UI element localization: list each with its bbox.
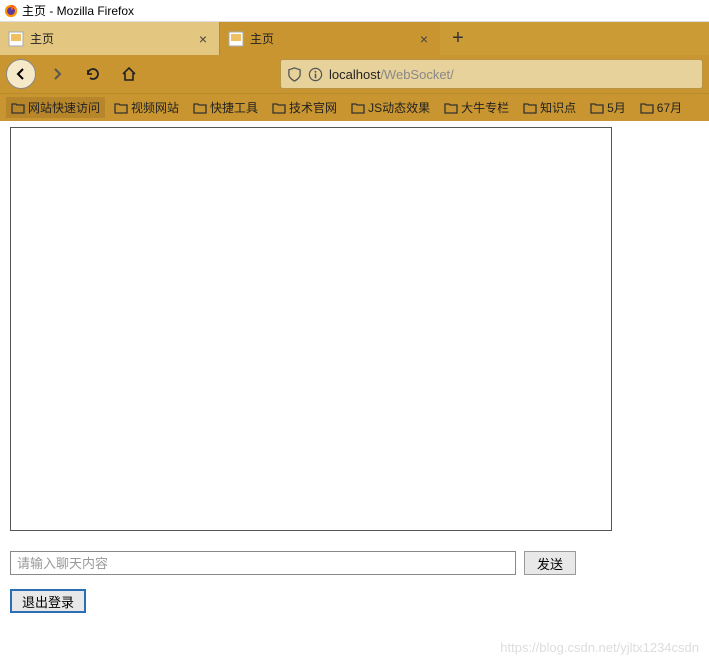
home-button[interactable] (114, 59, 144, 89)
folder-icon (351, 102, 365, 114)
bookmarks-bar: 网站快速访问 视频网站 快捷工具 技术官网 JS动态效果 大牛专栏 知识点 5月… (0, 93, 709, 121)
send-button[interactable]: 发送 (524, 551, 576, 575)
folder-icon (272, 102, 286, 114)
bookmark-3[interactable]: 技术官网 (267, 97, 342, 118)
bookmark-label: 技术官网 (289, 99, 337, 116)
page-icon (228, 31, 244, 47)
input-row: 发送 (10, 551, 699, 575)
close-icon[interactable]: × (195, 31, 211, 47)
bookmark-6[interactable]: 知识点 (518, 97, 581, 118)
bookmark-label: 大牛专栏 (461, 99, 509, 116)
bookmark-2[interactable]: 快捷工具 (188, 97, 263, 118)
bookmark-7[interactable]: 5月 (585, 97, 631, 118)
reload-button[interactable] (78, 59, 108, 89)
shield-icon[interactable] (287, 67, 302, 82)
arrow-left-icon (13, 66, 29, 82)
bookmark-label: 网站快速访问 (28, 99, 100, 116)
window-titlebar: 主页 - Mozilla Firefox (0, 0, 709, 22)
bookmark-label: 视频网站 (131, 99, 179, 116)
firefox-icon (4, 4, 18, 18)
arrow-right-icon (49, 66, 65, 82)
reload-icon (85, 66, 101, 82)
folder-icon (114, 102, 128, 114)
logout-row: 退出登录 (10, 589, 699, 613)
tab-label: 主页 (250, 30, 410, 47)
bookmark-label: 5月 (607, 99, 626, 116)
folder-icon (11, 102, 25, 114)
folder-icon (640, 102, 654, 114)
chat-input[interactable] (10, 551, 516, 575)
folder-icon (193, 102, 207, 114)
window-title: 主页 - Mozilla Firefox (22, 2, 134, 19)
bookmark-8[interactable]: 67月 (635, 97, 687, 118)
tab-strip: 主页 × 主页 × + (0, 22, 709, 55)
bookmark-label: 67月 (657, 99, 682, 116)
page-icon (8, 31, 24, 47)
bookmark-1[interactable]: 视频网站 (109, 97, 184, 118)
folder-icon (590, 102, 604, 114)
chat-display (10, 127, 612, 531)
url-host: localhost (329, 67, 380, 82)
watermark: https://blog.csdn.net/yjltx1234csdn (500, 640, 699, 655)
bookmark-label: JS动态效果 (368, 99, 430, 116)
folder-icon (523, 102, 537, 114)
url-text: localhost/WebSocket/ (329, 67, 454, 82)
home-icon (121, 66, 137, 82)
nav-toolbar: localhost/WebSocket/ (0, 55, 709, 93)
info-icon[interactable] (308, 67, 323, 82)
bookmark-4[interactable]: JS动态效果 (346, 97, 435, 118)
tab-1[interactable]: 主页 × (220, 22, 440, 55)
folder-icon (444, 102, 458, 114)
bookmark-label: 快捷工具 (210, 99, 258, 116)
page-content: 发送 退出登录 (0, 121, 709, 619)
logout-button[interactable]: 退出登录 (10, 589, 86, 613)
tab-0[interactable]: 主页 × (0, 22, 220, 55)
tab-label: 主页 (30, 30, 189, 47)
bookmark-5[interactable]: 大牛专栏 (439, 97, 514, 118)
bookmark-label: 知识点 (540, 99, 576, 116)
new-tab-button[interactable]: + (440, 22, 476, 55)
bookmark-0[interactable]: 网站快速访问 (6, 97, 105, 118)
close-icon[interactable]: × (416, 31, 432, 47)
forward-button[interactable] (42, 59, 72, 89)
url-bar[interactable]: localhost/WebSocket/ (280, 59, 703, 89)
url-path: /WebSocket/ (380, 67, 453, 82)
back-button[interactable] (6, 59, 36, 89)
